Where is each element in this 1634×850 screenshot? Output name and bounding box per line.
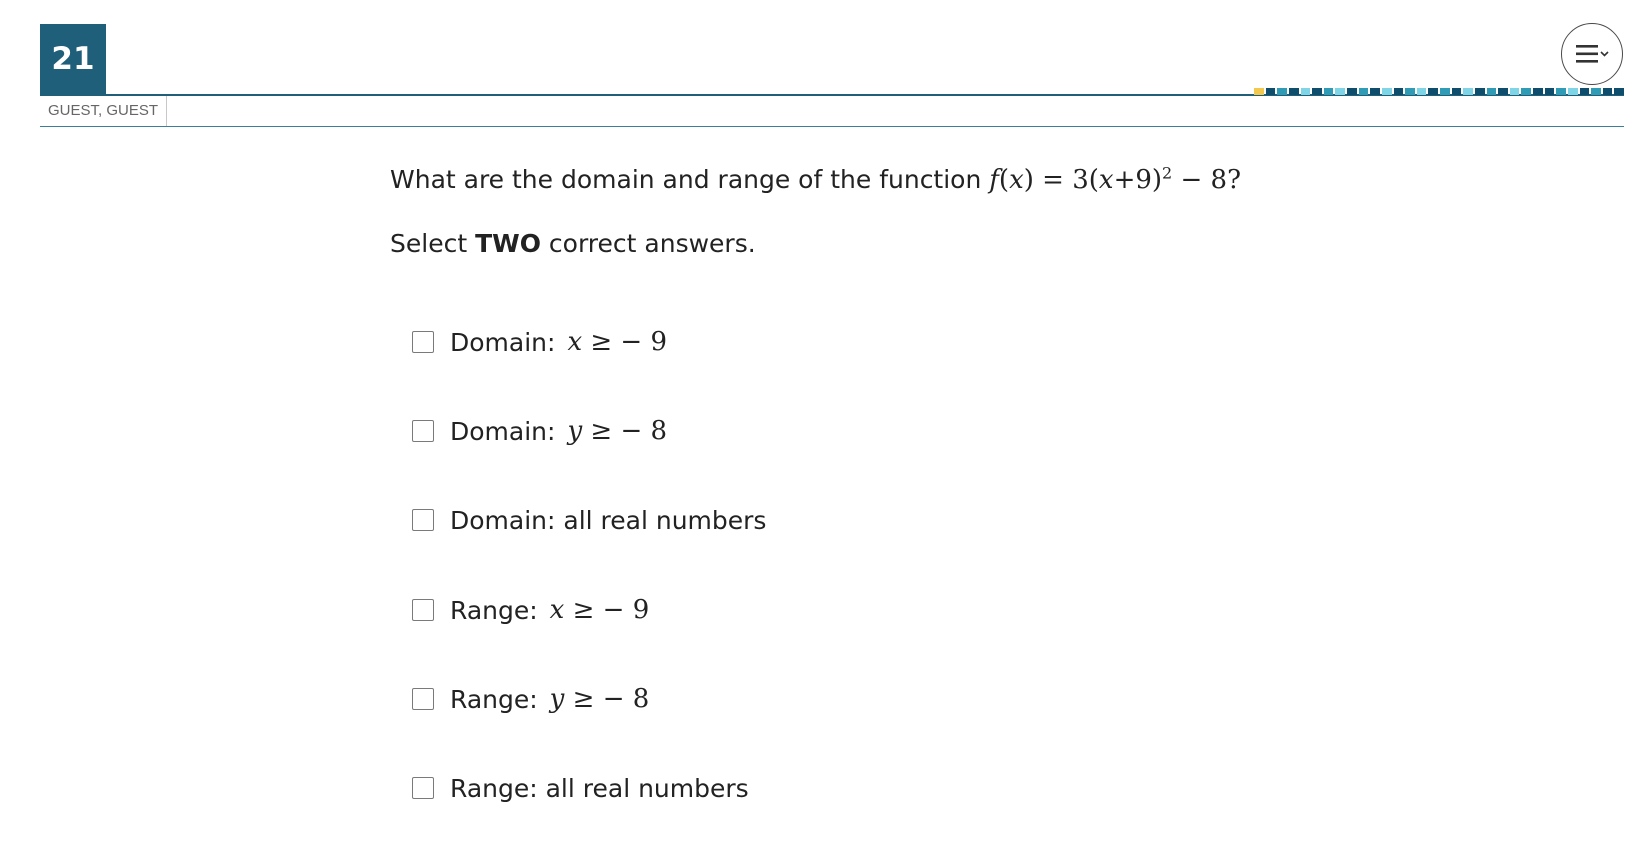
function-variable: x [1009,165,1024,195]
progress-segment [1463,88,1473,95]
header-bottom-divider [40,126,1624,127]
option-label: Range: [450,684,538,714]
instruction-prefix: Select [390,229,476,258]
option-variable: x [567,327,583,357]
progress-segment [1277,88,1287,95]
option-inequality: ≥ − 9 [564,595,650,625]
option-range-x[interactable]: Range: x ≥ − 9 [412,588,649,632]
progress-segment [1381,88,1392,95]
question-number-badge: 21 [40,24,106,94]
progress-segment [1265,88,1276,95]
instruction-emphasis: TWO [475,229,541,258]
expr-prefix: 3( [1072,165,1099,195]
progress-segment [1591,88,1601,95]
progress-segment [1451,88,1462,95]
progress-segment [1370,88,1380,95]
progress-segment [1393,88,1404,95]
option-domain-x[interactable]: Domain: x ≥ − 9 [412,320,667,364]
progress-segment [1416,88,1427,95]
progress-segment [1579,88,1590,95]
progress-segment [1428,88,1438,95]
checkbox[interactable] [412,420,434,442]
progress-segment [1300,88,1311,95]
progress-segment [1486,88,1497,95]
expr-exponent: 2 [1162,163,1173,183]
question-text: What are the domain and range of the fun… [390,165,982,194]
function-expression: f(x) = 3(x+9)2 − 8? [989,163,1242,195]
progress-segment [1521,88,1531,95]
expr-suffix: − 8? [1172,165,1242,195]
progress-segment [1347,88,1357,95]
option-label: Range: all real numbers [450,773,749,803]
progress-segment [1556,88,1566,95]
option-label: Domain: [450,327,556,357]
option-inequality: ≥ − 9 [582,327,668,357]
progress-bar [1254,88,1624,95]
checkbox[interactable] [412,331,434,353]
progress-segment [1440,88,1450,95]
expr-plus: +9) [1113,165,1163,195]
option-math: y ≥ − 8 [550,684,650,714]
progress-segment [1544,88,1555,95]
option-math: x ≥ − 9 [567,327,667,357]
progress-segment [1498,88,1508,95]
progress-segment [1533,88,1543,95]
progress-segment [1312,88,1322,95]
progress-segment [1323,88,1334,95]
option-math: y ≥ − 8 [567,416,667,446]
instruction: Select TWO correct answers. [390,226,756,262]
option-variable: y [567,416,583,446]
progress-segment [1614,88,1624,95]
option-variable: x [549,595,565,625]
option-domain-y[interactable]: Domain: y ≥ − 8 [412,409,667,453]
option-range-all-real[interactable]: Range: all real numbers [412,766,761,810]
option-domain-all-real[interactable]: Domain: all real numbers [412,498,778,542]
progress-segment [1288,88,1299,95]
checkbox[interactable] [412,777,434,799]
option-math: x ≥ − 9 [550,595,650,625]
option-label: Range: [450,595,538,625]
checkbox[interactable] [412,509,434,531]
option-inequality: ≥ − 8 [582,416,668,446]
progress-segment [1474,88,1485,95]
option-range-y[interactable]: Range: y ≥ − 8 [412,677,649,721]
checkbox[interactable] [412,688,434,710]
progress-segment [1254,88,1264,95]
expr-variable: x [1098,165,1114,195]
progress-segment [1602,88,1613,95]
progress-segment [1567,88,1578,95]
option-label: Domain: all real numbers [450,505,767,535]
instruction-suffix: correct answers. [540,229,756,258]
progress-segment [1335,88,1345,95]
hamburger-menu-icon [1576,45,1609,63]
progress-segment [1358,88,1369,95]
menu-button[interactable] [1561,23,1623,85]
option-inequality: ≥ − 8 [564,684,650,714]
progress-segment [1405,88,1415,95]
checkbox[interactable] [412,599,434,621]
option-variable: y [549,684,565,714]
function-name: f [989,165,999,195]
user-name: GUEST, GUEST [40,96,168,126]
option-label: Domain: [450,416,556,446]
question-area: What are the domain and range of the fun… [390,160,1290,803]
question-stem: What are the domain and range of the fun… [390,160,1290,200]
progress-segment [1509,88,1520,95]
